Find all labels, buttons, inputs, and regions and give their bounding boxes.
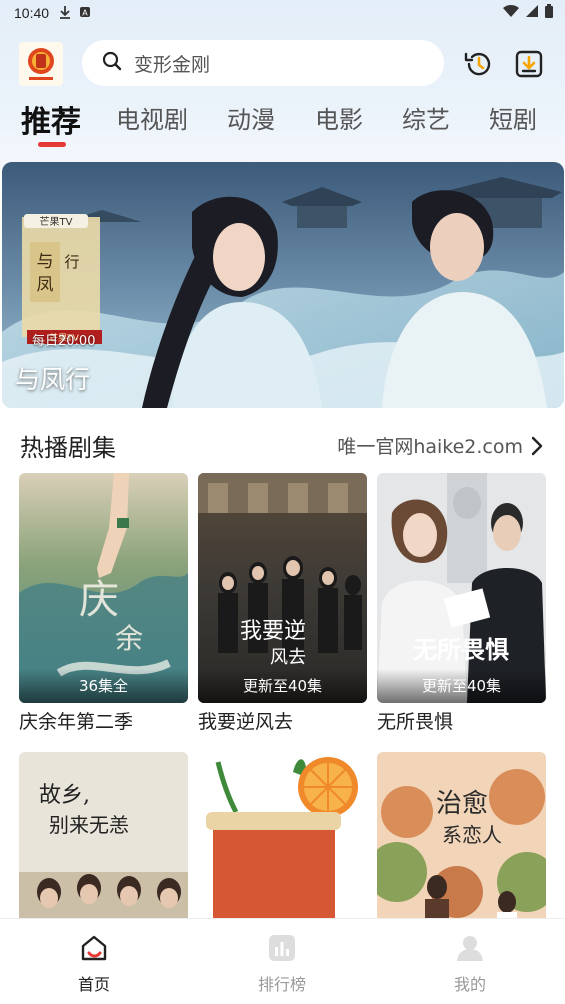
drama-title: 无所畏惧	[377, 711, 454, 733]
download-button[interactable]	[514, 49, 544, 79]
svg-text:行: 行	[64, 253, 79, 271]
app-header: 变形金刚	[0, 40, 565, 88]
drama-card[interactable]: 无所畏惧 更新至40集 无所畏惧	[377, 473, 546, 734]
status-bar: 10:40 A	[0, 0, 565, 26]
active-tab-indicator	[38, 142, 66, 147]
tab-recommend[interactable]: 推荐	[21, 97, 81, 141]
nav-ranking[interactable]: 排行榜	[232, 933, 332, 995]
tab-tv-series[interactable]: 电视剧	[116, 100, 188, 135]
svg-text:庆: 庆	[79, 577, 119, 623]
svg-text:故乡,: 故乡,	[39, 783, 90, 808]
drama-poster[interactable]	[198, 752, 367, 932]
battery-icon	[545, 4, 553, 22]
status-time: 10:40	[14, 5, 50, 21]
drama-title: 我要逆风去	[198, 711, 294, 733]
section-more-link[interactable]: 唯一官网haike2.com	[337, 432, 543, 459]
drama-card[interactable]: 我要逆 风去 更新至40集 我要逆风去	[198, 473, 367, 734]
home-icon	[81, 935, 107, 961]
drama-card[interactable]	[198, 752, 367, 932]
ranking-icon	[269, 935, 295, 961]
drama-title: 庆余年第二季	[19, 711, 134, 733]
nav-profile-label: 我的	[453, 975, 486, 994]
drama-card[interactable]: 治愈 系恋人	[377, 752, 546, 932]
episode-badge: 更新至40集	[377, 669, 546, 703]
svg-text:A: A	[82, 8, 88, 17]
drama-poster[interactable]: 无所畏惧 更新至40集	[377, 473, 546, 703]
nav-home[interactable]: 首页	[44, 933, 144, 995]
history-button[interactable]	[463, 49, 493, 79]
drama-card[interactable]: 故乡, 别来无恙	[19, 752, 188, 932]
wifi-icon	[503, 4, 519, 22]
drama-poster[interactable]: 故乡, 别来无恙	[19, 752, 188, 932]
app-status-icon: A	[79, 6, 91, 21]
drama-poster[interactable]: 治愈 系恋人	[377, 752, 546, 932]
section-more-label: 唯一官网haike2.com	[337, 436, 523, 458]
nav-ranking-label: 排行榜	[257, 975, 306, 994]
app-logo[interactable]	[19, 42, 63, 86]
drama-poster[interactable]: 庆 余 36集全	[19, 473, 188, 703]
banner-poster-title: 与	[37, 252, 54, 272]
banner-title: 与凤行	[15, 365, 91, 394]
nav-home-label: 首页	[77, 975, 110, 994]
svg-text:我要逆: 我要逆	[240, 619, 306, 644]
svg-text:无所畏惧: 无所畏惧	[413, 636, 509, 664]
category-tabs: 推荐 电视剧 动漫 电影 综艺 短剧	[0, 100, 565, 150]
search-icon	[102, 51, 122, 75]
chevron-right-icon	[531, 436, 543, 455]
history-icon	[464, 52, 491, 76]
featured-banner[interactable]: 与 凤 行 芒果TV 芒果TV 每日20:00 与凤行	[2, 162, 564, 408]
episode-badge: 更新至40集	[198, 669, 367, 703]
svg-text:风去: 风去	[270, 647, 306, 668]
svg-text:余: 余	[115, 622, 143, 655]
svg-text:系恋人: 系恋人	[442, 823, 502, 847]
drama-card[interactable]: 庆 余 36集全 庆余年第二季	[19, 473, 188, 734]
svg-text:芒果TV: 芒果TV	[40, 215, 73, 228]
search-bar[interactable]: 变形金刚	[82, 40, 444, 86]
nav-profile[interactable]: 我的	[420, 933, 520, 995]
svg-text:治愈: 治愈	[436, 789, 488, 819]
tab-variety[interactable]: 综艺	[402, 100, 450, 135]
bottom-navigation: 首页 排行榜 我的	[0, 918, 565, 1004]
download-icon	[515, 50, 543, 78]
drama-poster[interactable]: 我要逆 风去 更新至40集	[198, 473, 367, 703]
episode-badge: 36集全	[19, 669, 188, 703]
profile-icon	[457, 936, 483, 961]
svg-text:凤: 凤	[37, 275, 54, 295]
search-placeholder: 变形金刚	[134, 53, 211, 76]
section-title: 热播剧集	[20, 434, 116, 462]
tab-anime[interactable]: 动漫	[227, 100, 275, 135]
download-status-icon	[59, 5, 71, 22]
tab-movie[interactable]: 电影	[315, 100, 363, 135]
svg-text:别来无恙: 别来无恙	[49, 813, 129, 837]
banner-badge: 每日20:00	[32, 334, 96, 349]
tab-short-drama[interactable]: 短剧	[489, 100, 537, 135]
signal-icon	[525, 4, 539, 22]
